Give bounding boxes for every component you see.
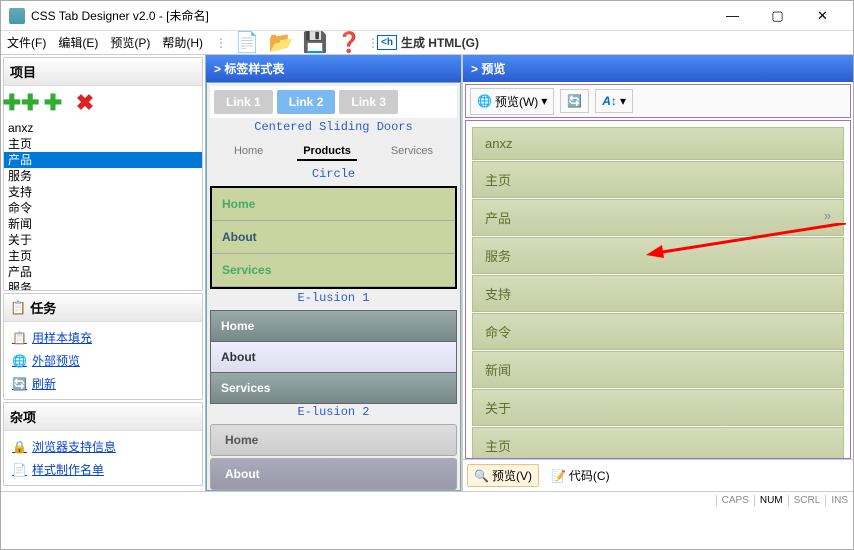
- delete-button[interactable]: ✖: [70, 88, 100, 118]
- tab-code[interactable]: 📝代码(C): [545, 464, 616, 487]
- tree-item[interactable]: 服务: [4, 280, 202, 290]
- menubar: 文件(F) 编辑(E) 预览(P) 帮助(H) ⋮ 📄 📂 💾 ❓ ⋮ <h 生…: [1, 31, 853, 55]
- statusbar: CAPS NUM SCRL INS: [1, 491, 853, 509]
- misc-header: 杂项: [4, 403, 202, 431]
- generate-label: 生成 HTML(G): [401, 34, 479, 51]
- status-scrl: SCRL: [788, 495, 826, 506]
- status-num: NUM: [754, 495, 788, 506]
- font-size-button[interactable]: A↕ ▾: [595, 89, 633, 113]
- minimize-button[interactable]: —: [710, 2, 755, 30]
- task-link[interactable]: 🌐外部预览: [8, 349, 198, 372]
- tree-item[interactable]: 产品: [4, 264, 202, 280]
- help-button[interactable]: ❓: [333, 27, 365, 59]
- status-ins: INS: [825, 495, 853, 506]
- styles-title: > 标签样式表: [206, 55, 461, 82]
- maximize-button[interactable]: ▢: [755, 2, 800, 30]
- preview-item[interactable]: 主页: [472, 427, 844, 459]
- tasks-header: 📋任务: [4, 294, 202, 322]
- window-title: CSS Tab Designer v2.0 - [未命名]: [31, 7, 710, 24]
- status-caps: CAPS: [716, 495, 754, 506]
- style-circle[interactable]: Home Products Services: [210, 139, 457, 165]
- tab-preview[interactable]: 🔍预览(V): [467, 464, 539, 487]
- preview-item[interactable]: anxz: [472, 127, 844, 160]
- preview-item[interactable]: 主页: [472, 161, 844, 198]
- project-tree[interactable]: anxz主页产品服务支持命令新闻关于主页产品服务支持命令新闻: [4, 120, 202, 290]
- menu-file[interactable]: 文件(F): [7, 34, 46, 51]
- preview-area[interactable]: anxz主页产品»服务支持命令新闻关于主页产品服务: [465, 120, 851, 459]
- tree-item[interactable]: 命令: [4, 200, 202, 216]
- tree-item[interactable]: 关于: [4, 232, 202, 248]
- task-link[interactable]: 📋用样本填充: [8, 326, 198, 349]
- add-button[interactable]: ✚: [38, 88, 68, 118]
- menu-preview[interactable]: 预览(P): [110, 34, 150, 51]
- style-elusion2[interactable]: Home About Services: [210, 310, 457, 404]
- project-header: 项目: [4, 58, 202, 86]
- tree-item[interactable]: 支持: [4, 184, 202, 200]
- close-button[interactable]: ✕: [800, 2, 845, 30]
- add-multi-button[interactable]: ✚✚: [6, 88, 36, 118]
- tasks-list: 📋用样本填充🌐外部预览🔄刷新: [4, 322, 202, 399]
- menu-edit[interactable]: 编辑(E): [58, 34, 98, 51]
- misc-link[interactable]: 📄样式制作名单: [8, 458, 198, 481]
- misc-list: 🔒浏览器支持信息📄样式制作名单: [4, 431, 202, 485]
- arrow-annotation-icon: [646, 223, 846, 263]
- style-next[interactable]: Home About: [210, 424, 457, 490]
- preview-item[interactable]: 关于: [472, 389, 844, 426]
- preview-item[interactable]: 新闻: [472, 351, 844, 388]
- tree-item[interactable]: 主页: [4, 248, 202, 264]
- preview-dropdown[interactable]: 🌐预览(W) ▾: [470, 88, 554, 115]
- app-icon: [9, 8, 25, 24]
- preview-pane: > 预览 🌐预览(W) ▾ 🔄 A↕ ▾ anxz主页产品»服务支持命令新闻关于…: [463, 55, 853, 491]
- style-sliding-doors[interactable]: Link 1 Link 2 Link 3: [210, 86, 457, 118]
- open-button[interactable]: 📂: [265, 27, 297, 59]
- menu-help[interactable]: 帮助(H): [162, 34, 203, 51]
- tree-item[interactable]: 主页: [4, 136, 202, 152]
- refresh-preview-button[interactable]: 🔄: [560, 89, 589, 113]
- left-pane: 项目 ✚✚ ✚ ✖ anxz主页产品服务支持命令新闻关于主页产品服务支持命令新闻…: [1, 55, 206, 491]
- styles-pane: > 标签样式表 Link 1 Link 2 Link 3 Centered Sl…: [206, 55, 463, 491]
- tree-item[interactable]: 产品: [4, 152, 202, 168]
- generate-html-button[interactable]: <h 生成 HTML(G): [373, 34, 483, 51]
- preview-item[interactable]: 命令: [472, 313, 844, 350]
- task-link[interactable]: 🔄刷新: [8, 372, 198, 395]
- tree-item[interactable]: anxz: [4, 120, 202, 136]
- preview-item[interactable]: 支持: [472, 275, 844, 312]
- save-button[interactable]: 💾: [299, 27, 331, 59]
- misc-link[interactable]: 🔒浏览器支持信息: [8, 435, 198, 458]
- preview-title: > 预览: [463, 55, 853, 82]
- style-elusion1[interactable]: Home About Services: [210, 186, 457, 289]
- new-button[interactable]: 📄: [231, 27, 263, 59]
- tree-item[interactable]: 服务: [4, 168, 202, 184]
- tree-item[interactable]: 新闻: [4, 216, 202, 232]
